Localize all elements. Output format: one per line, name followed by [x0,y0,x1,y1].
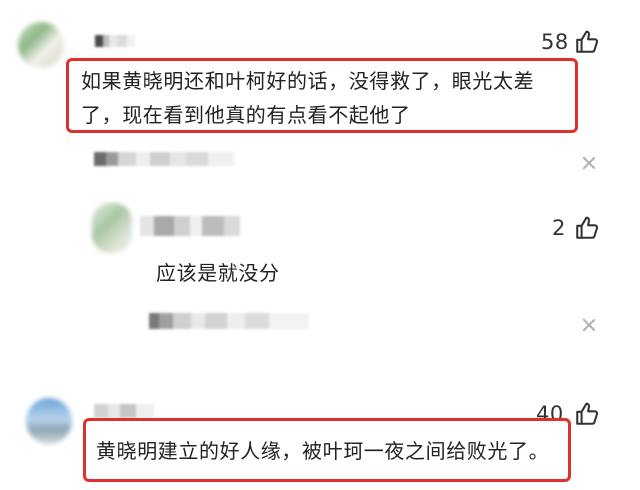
username-blurred[interactable] [140,216,240,236]
close-icon[interactable] [582,318,596,332]
comment-text: 黄晓明建立的好人缘，被叶珂一夜之间给败光了。 [96,439,550,463]
comment-meta-blurred [149,313,309,329]
avatar[interactable] [26,398,72,444]
username-blurred[interactable] [94,404,154,418]
thumbs-up-icon[interactable] [574,401,600,427]
comment-meta-blurred [94,152,234,166]
comment-text: 如果黄晓明还和叶柯好的话，没得救了，眼光太差 了，现在看到他真的有点看不起他了 [81,64,573,132]
comment-text-line-1: 如果黄晓明还和叶柯好的话，没得救了，眼光太差 [81,69,535,93]
avatar[interactable] [18,22,64,68]
close-icon[interactable] [582,156,596,170]
thumbs-up-icon[interactable] [574,215,600,241]
username-blurred[interactable] [95,35,135,47]
comment-text: 应该是就没分 [156,261,280,285]
thumbs-up-icon[interactable] [574,29,600,55]
avatar[interactable] [92,203,132,253]
comment-text-line-2: 了，现在看到他真的有点看不起他了 [81,103,411,127]
like-count: 2 [552,216,566,240]
like-count: 58 [541,30,569,54]
